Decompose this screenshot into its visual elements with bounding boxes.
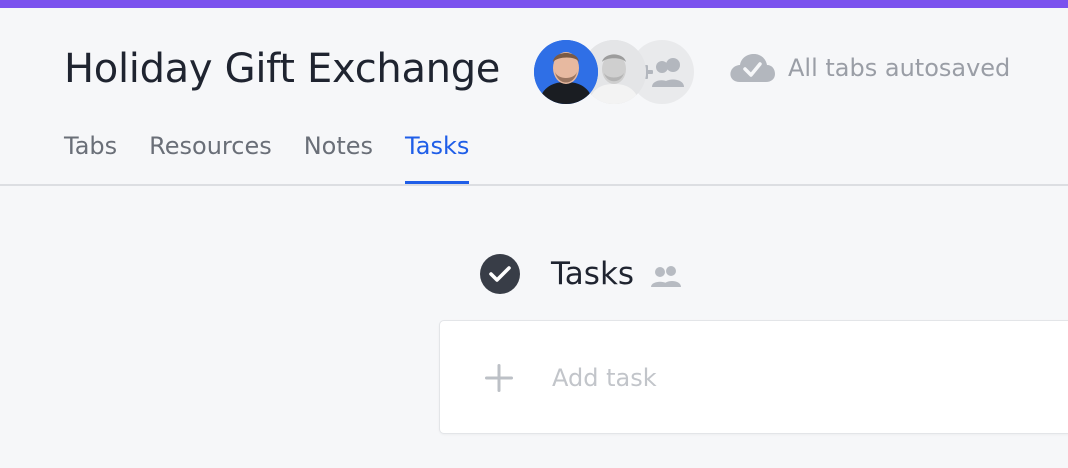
tab-notes[interactable]: Notes: [304, 132, 373, 184]
header: Holiday Gift Exchange All tabs autosaved…: [0, 8, 1068, 185]
tab-tabs[interactable]: Tabs: [64, 132, 117, 184]
tab-tasks[interactable]: Tasks: [405, 132, 470, 184]
people-icon: [651, 266, 682, 287]
add-task-card: [439, 320, 1068, 434]
tab-resources[interactable]: Resources: [149, 132, 272, 184]
add-task-input[interactable]: [552, 358, 1032, 398]
save-status-text: All tabs autosaved: [788, 54, 1011, 82]
save-status: All tabs autosaved: [728, 52, 1010, 84]
plus-icon[interactable]: [484, 363, 514, 393]
tasks-section-header: Tasks: [480, 254, 682, 294]
header-divider: [0, 184, 1068, 186]
section-title: Tasks: [551, 256, 635, 292]
page-title: Holiday Gift Exchange: [64, 46, 501, 92]
cloud-check-icon: [730, 54, 775, 82]
check-circle-icon: [480, 254, 520, 294]
tab-bar: Tabs Resources Notes Tasks: [64, 132, 470, 184]
avatar-user-1[interactable]: [534, 40, 598, 104]
accent-bar: [0, 0, 1068, 8]
